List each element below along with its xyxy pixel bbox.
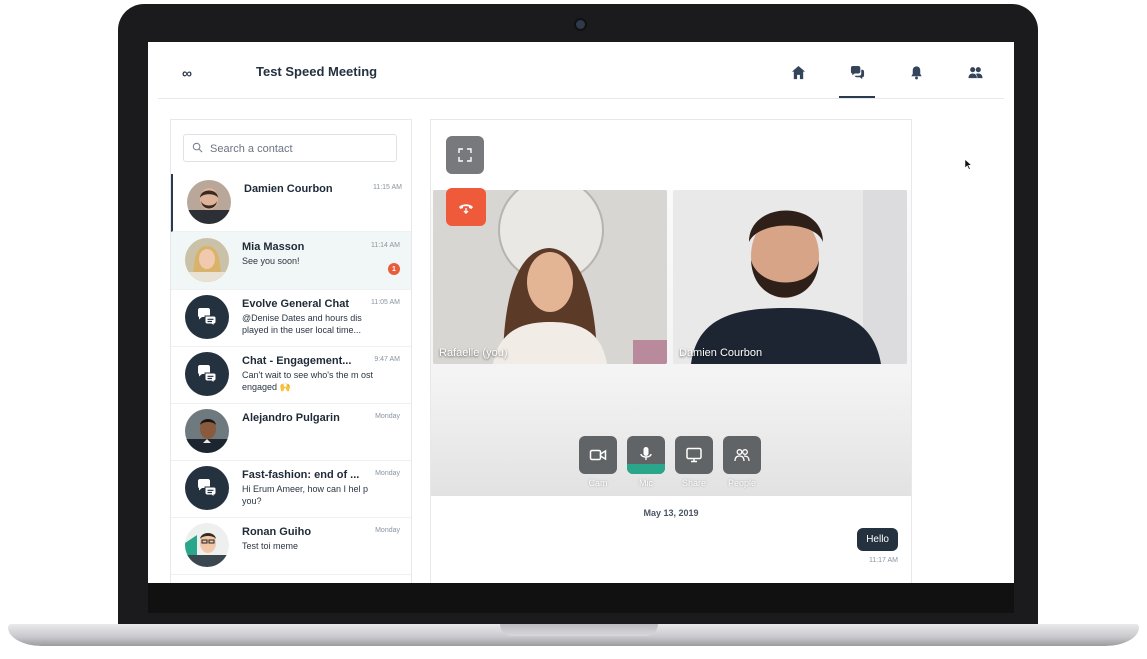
contact-time: Monday — [375, 413, 400, 420]
nav-people[interactable] — [965, 62, 985, 82]
contact-row[interactable]: Mia Masson 11:14 AM See you soon! 1 — [171, 232, 411, 290]
contact-name: Damien Courbon — [244, 183, 333, 195]
search-input[interactable] — [208, 139, 392, 159]
contact-row[interactable]: Alejandro Pulgarin Monday — [171, 403, 411, 461]
group-chat-icon — [185, 466, 229, 510]
video-stage: Rafaelle (you) Damien Courbon Cam Mic Sh… — [431, 190, 911, 496]
meeting-title: Test Speed Meeting — [256, 64, 378, 79]
contact-row[interactable]: Evolve General Chat 11:05 AM @Denise Dat… — [171, 289, 411, 347]
laptop-notch — [500, 624, 658, 636]
nav-notifications[interactable] — [906, 62, 926, 82]
contact-last-message: @Denise Dates and hours dis played in th… — [242, 313, 362, 335]
participant-label: Damien Courbon — [679, 347, 763, 359]
contact-time: Monday — [375, 527, 400, 534]
screen-share-icon — [686, 447, 702, 463]
nav-chat[interactable] — [839, 62, 875, 98]
people-label: People — [727, 478, 757, 488]
contact-last-message: See you soon! — [242, 256, 300, 266]
contact-name: Chat - Engagement... — [242, 355, 352, 367]
contact-time: 11:14 AM — [370, 242, 400, 249]
contact-time: 11:05 AM — [370, 299, 400, 306]
mic-button[interactable] — [627, 436, 665, 474]
webcam — [576, 20, 585, 29]
people-icon — [967, 66, 983, 78]
group-chat-icon — [185, 295, 229, 339]
contact-row[interactable]: Ronan Guiho Monday Test toi meme — [171, 517, 411, 575]
share-label: Share — [681, 478, 707, 488]
mouse-cursor-icon — [964, 158, 973, 171]
bell-icon — [910, 65, 922, 79]
group-chat-icon — [185, 352, 229, 396]
microphone-icon — [640, 447, 652, 460]
share-button[interactable] — [675, 436, 713, 474]
contact-name: Evolve General Chat — [242, 298, 349, 310]
avatar — [187, 180, 231, 224]
contact-name: Mia Masson — [242, 241, 305, 253]
hang-up-button[interactable] — [446, 188, 486, 226]
participant-label: Rafaelle (you) — [439, 347, 508, 359]
chat-message-bubble: Hello — [857, 528, 898, 551]
contact-row[interactable]: Chat - Engagement... 9:47 AM Can't wait … — [171, 346, 411, 404]
app-screen: ∞ Test Speed Meeting Damien Courbon 11:1… — [148, 42, 1014, 583]
phone-hangup-icon — [459, 204, 473, 214]
contact-name: Fast-fashion: end of ... — [242, 469, 360, 481]
contact-row[interactable]: Damien Courbon 11:15 AM — [171, 174, 411, 232]
cam-label: Cam — [588, 478, 608, 488]
mic-label: Mic — [639, 478, 653, 488]
people-button[interactable] — [723, 436, 761, 474]
avatar — [185, 409, 229, 453]
top-bar: ∞ Test Speed Meeting — [158, 42, 1004, 99]
people-icon — [734, 449, 750, 462]
cam-button[interactable] — [579, 436, 617, 474]
contact-last-message: Test toi meme — [242, 541, 299, 551]
chat-message-time: 11:17 AM — [868, 557, 898, 564]
search-icon — [192, 142, 203, 153]
chat-icon — [850, 65, 864, 79]
fullscreen-button[interactable] — [446, 136, 484, 174]
contact-name: Ronan Guiho — [242, 526, 312, 538]
meeting-panel: Rafaelle (you) Damien Courbon Cam Mic Sh… — [430, 119, 912, 583]
participant-video — [673, 190, 907, 364]
expand-icon — [458, 148, 472, 162]
screen-bottom-bezel — [148, 583, 1014, 613]
chat-date-separator: May 13, 2019 — [643, 508, 699, 518]
contact-time: 9:47 AM — [374, 356, 400, 363]
contact-list-panel: Damien Courbon 11:15 AM Mia Masson 11:14… — [170, 119, 412, 583]
video-tile-damien[interactable]: Damien Courbon — [673, 190, 907, 364]
app-logo[interactable]: ∞ — [182, 65, 192, 81]
search-box[interactable] — [183, 134, 397, 162]
contact-time: 11:15 AM — [372, 184, 402, 191]
contact-name: Alejandro Pulgarin — [242, 412, 340, 424]
camera-icon — [589, 449, 607, 461]
avatar — [185, 238, 229, 282]
nav-home[interactable] — [788, 62, 808, 82]
avatar — [185, 523, 229, 567]
unread-badge: 1 — [388, 263, 400, 275]
contact-last-message: Hi Erum Ameer, how can I hel p you? — [242, 484, 369, 506]
contact-last-message: Can't wait to see who's the m ost engage… — [242, 370, 373, 392]
home-icon — [791, 65, 805, 79]
contact-row[interactable]: Fast-fashion: end of ... Monday Hi Erum … — [171, 460, 411, 518]
contact-time: Monday — [375, 470, 400, 477]
